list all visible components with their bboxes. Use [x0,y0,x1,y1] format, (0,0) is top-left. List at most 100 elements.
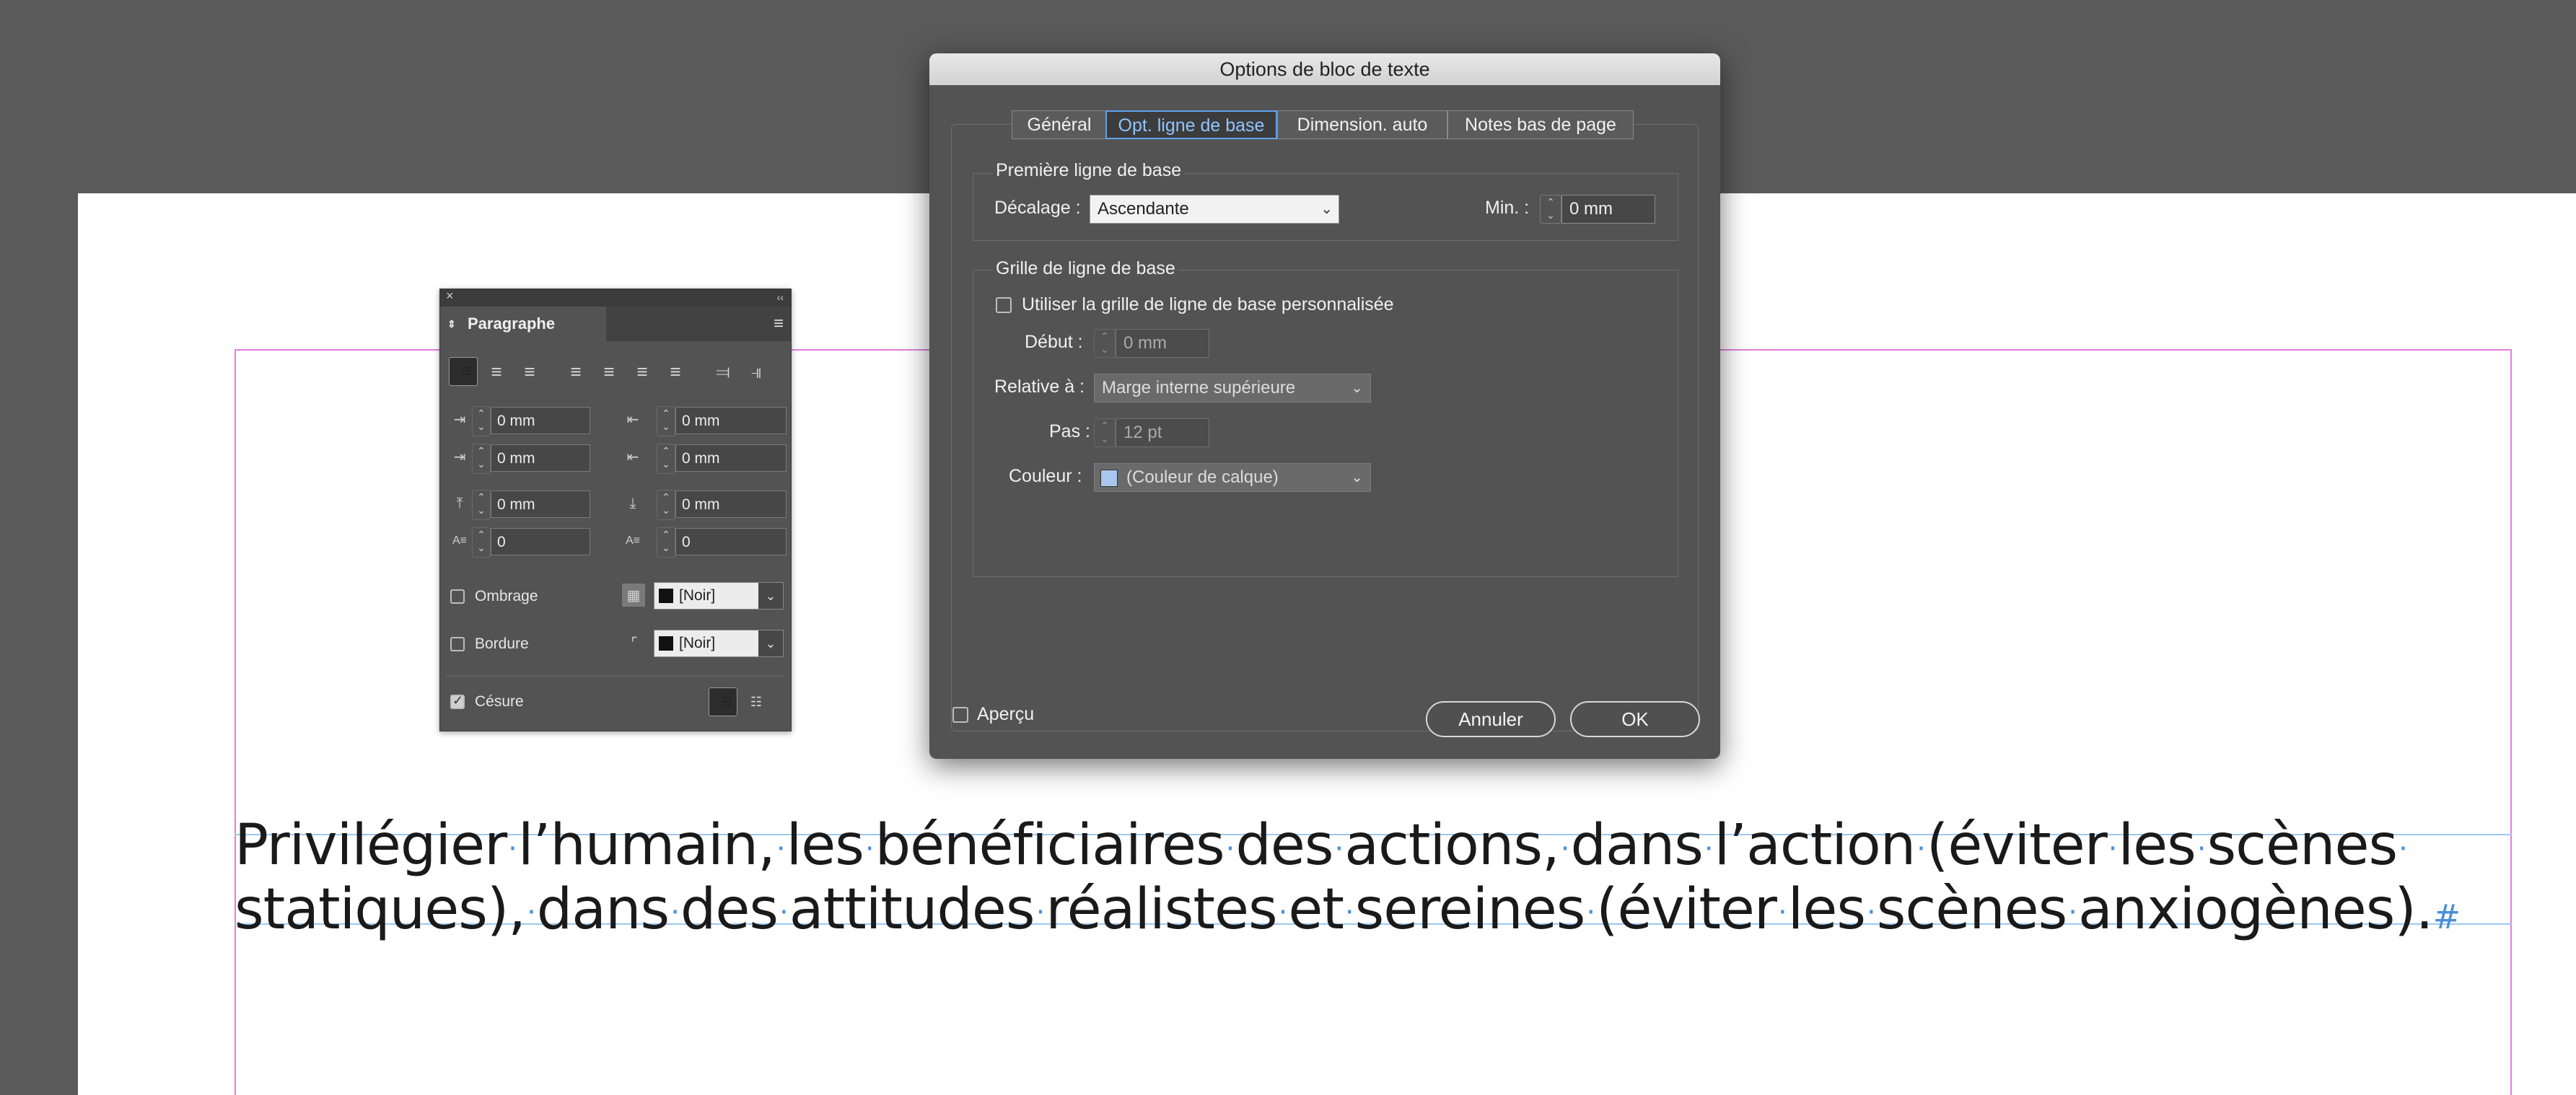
margin-guide-left [235,349,236,1095]
relative-to-select[interactable]: Marge interne supérieure ⌄ [1094,374,1371,403]
text-line: Privilégier·l’humain,·les·bénéficiaires·… [235,815,2500,879]
align-away-spine-icon[interactable]: ⫣ [742,357,771,386]
text-frame-body[interactable]: Privilégier·l’humain,·les·bénéficiaires·… [235,815,2500,947]
align-center-icon[interactable]: ≡ [482,357,511,386]
space-marker: · [1560,832,1570,866]
align-left-icon[interactable]: ≡ [449,357,478,386]
space-marker: · [1866,896,1876,930]
align-toward-spine-icon[interactable]: ⫤ [709,357,737,386]
space-after-field[interactable]: 0 mm [675,491,787,518]
color-label: Couleur : [1009,466,1082,486]
stepper[interactable]: ⌃ ⌄ [657,406,675,436]
last-line-indent-field[interactable]: 0 mm [675,444,787,472]
space-marker: · [1777,896,1787,930]
min-field[interactable]: 0 mm [1561,195,1655,224]
space-marker: · [1278,896,1288,930]
shading-label: Ombrage [475,588,538,604]
increment-field[interactable]: 12 pt [1116,418,1209,447]
drop-cap-chars-field[interactable]: 0 [675,528,787,555]
justify-right-icon[interactable]: ≡ [628,357,657,386]
relative-to-value: Marge interne supérieure [1102,378,1296,397]
cancel-button[interactable]: Annuler [1426,701,1556,737]
space-marker: · [2196,832,2207,866]
tab-auto-size[interactable]: Dimension. auto [1277,110,1447,139]
color-name: [Noir] [679,587,716,604]
tab-paragraphe[interactable]: ⇕ Paragraphe [440,307,606,341]
justify-left-icon[interactable]: ≡ [561,357,590,386]
hyphenate-checkbox[interactable] [450,693,465,709]
word: l’humain, [517,813,776,878]
increment-stepper[interactable]: ⌃ ⌄ [1094,418,1116,447]
align-right-icon[interactable]: ≡ [515,357,544,386]
space-marker: · [508,832,517,866]
color-name: [Noir] [679,635,716,651]
chevron-down-icon: ⌄ [1351,470,1363,485]
border-checkbox[interactable] [450,637,465,651]
grid-color-select[interactable]: (Couleur de calque) ⌄ [1094,463,1371,492]
collapse-icon[interactable]: ‹‹ [777,289,784,306]
single-line-composer-icon[interactable]: ☰ [709,687,737,716]
word: statiques), [235,876,526,942]
stepper[interactable]: ⌃ ⌄ [472,527,491,558]
space-marker: · [1035,896,1046,930]
panel-titlebar: × ‹‹ [440,289,791,307]
offset-select[interactable]: Ascendante ⌄ [1090,195,1339,224]
stepper[interactable]: ⌃ ⌄ [657,490,675,520]
start-label: Début : [1025,332,1083,352]
chevron-down-icon: ⌄ [758,583,783,609]
stepper[interactable]: ⌃ ⌄ [657,527,675,558]
text-line: statiques),·dans·des·attitudes·réalistes… [235,879,2500,947]
story-end-marker: # [2432,897,2461,936]
word: (éviter [1926,813,2108,878]
relative-to-label: Relative à : [994,377,1085,397]
start-stepper[interactable]: ⌃ ⌄ [1094,329,1116,358]
shading-checkbox[interactable] [450,589,465,604]
stepper[interactable]: ⌃ ⌄ [657,444,675,474]
shading-color-select[interactable]: [Noir] ⌄ [654,582,784,610]
sort-icon: ⇕ [447,318,456,330]
increment-label: Pas : [1049,421,1090,441]
chevron-down-icon: ⌄ [1351,380,1363,396]
word: des [680,876,779,942]
word: anxiogènes). [2077,876,2434,942]
custom-baseline-grid-checkbox[interactable] [996,297,1012,313]
drop-cap-chars-icon: A≡ [625,535,640,547]
offset-label: Décalage : [994,198,1081,218]
space-marker: · [1225,832,1235,866]
word: dans [536,876,670,942]
preview-checkbox[interactable] [952,707,968,723]
first-line-indent-field[interactable]: 0 mm [491,444,590,472]
tab-baseline-options[interactable]: Opt. ligne de base [1105,110,1277,139]
space-before-field[interactable]: 0 mm [491,491,590,518]
text-frame-options-dialog: Options de bloc de texte Général Opt. li… [929,53,1720,759]
justify-all-icon[interactable]: ≡ [661,357,690,386]
menu-icon[interactable]: ≡ [774,307,784,341]
border-icon: ⌜ [631,636,638,651]
min-label: Min. : [1485,198,1530,218]
stepper[interactable]: ⌃ ⌄ [472,490,491,520]
tab-general[interactable]: Général [1012,110,1107,139]
custom-baseline-grid-label: Utiliser la grille de ligne de base pers… [1022,294,1394,315]
drop-cap-lines-field[interactable]: 0 [491,528,590,555]
stepper[interactable]: ⌃ ⌄ [472,444,491,474]
start-field[interactable]: 0 mm [1116,329,1209,358]
right-indent-field[interactable]: 0 mm [675,407,787,434]
close-icon[interactable]: × [446,289,454,304]
paragraph-composer-icon[interactable]: ☷ [742,687,771,716]
min-stepper[interactable]: ⌃ ⌄ [1540,195,1561,224]
space-marker: · [779,896,789,930]
ok-button[interactable]: OK [1570,701,1700,737]
right-indent-icon: ⇤ [626,412,639,428]
justify-center-icon[interactable]: ≡ [595,357,623,386]
stepper[interactable]: ⌃ ⌄ [472,406,491,436]
border-color-select[interactable]: [Noir] ⌄ [654,630,784,657]
color-chip [659,636,673,651]
left-indent-icon: ⇥ [453,412,466,428]
tab-footnotes[interactable]: Notes bas de page [1447,110,1634,139]
word: et [1288,876,1344,942]
left-indent-field[interactable]: 0 mm [491,407,590,434]
margin-guide-right [2510,349,2512,1095]
border-label: Bordure [475,636,529,652]
dialog-title: Options de bloc de texte [929,53,1720,85]
word: dans [1570,813,1704,878]
